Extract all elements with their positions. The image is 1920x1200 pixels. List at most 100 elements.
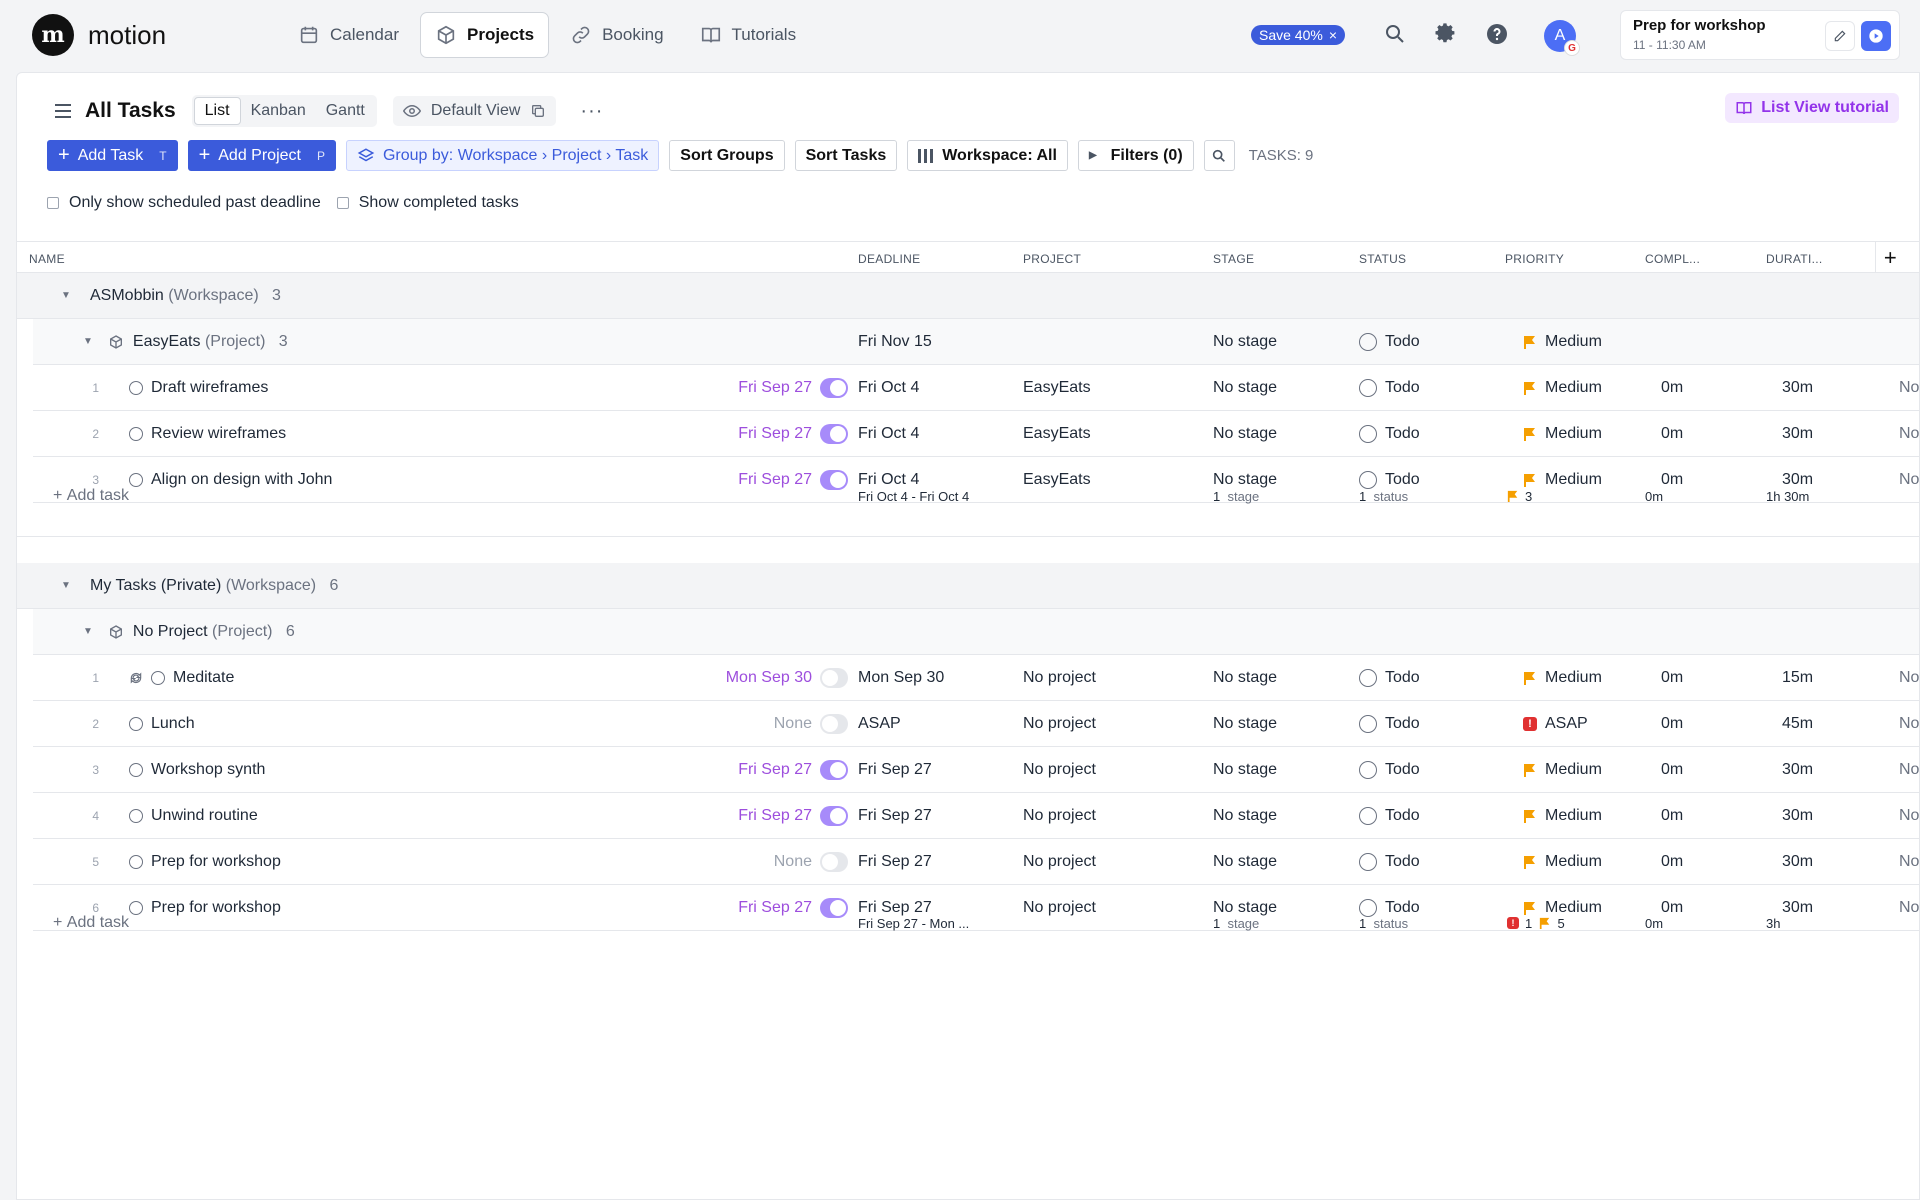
task-priority[interactable]: Medium <box>1523 365 1602 410</box>
nav-booking[interactable]: Booking <box>555 12 678 58</box>
task-duration[interactable]: 30m <box>1782 747 1813 792</box>
task-deadline[interactable]: Fri Oct 4 <box>858 411 919 456</box>
user-avatar[interactable]: A G <box>1544 20 1580 56</box>
save-promo-badge[interactable]: Save 40% × <box>1251 25 1346 45</box>
task-deadline[interactable]: Fri Sep 27 <box>858 839 932 884</box>
task-status[interactable]: Todo <box>1359 839 1420 884</box>
task-complete-circle-icon[interactable] <box>129 716 143 731</box>
show-completed-checkbox[interactable] <box>336 197 349 209</box>
task-duration[interactable]: 30m <box>1782 839 1813 884</box>
col-stage[interactable]: STAGE <box>1213 252 1254 266</box>
chevron-down-icon[interactable]: ▼ <box>83 336 93 347</box>
sort-groups-button[interactable]: Sort Groups <box>669 140 785 171</box>
task-name[interactable]: Meditate <box>173 669 234 687</box>
task-deadline[interactable]: Fri Oct 4 <box>858 365 919 410</box>
add-task-inline-button[interactable]: + Add task <box>53 481 129 511</box>
project-deadline[interactable]: Fri Nov 15 <box>858 319 932 364</box>
auto-schedule-toggle[interactable] <box>820 377 848 398</box>
task-row[interactable]: 3 Workshop synth Fri Sep 27 Fri Sep 27 N… <box>33 747 1919 793</box>
start-event-button[interactable] <box>1861 21 1891 51</box>
auto-schedule-toggle[interactable] <box>820 423 848 444</box>
group-by-button[interactable]: Group by: Workspace › Project › Task <box>345 140 660 171</box>
task-duration[interactable]: 30m <box>1782 411 1813 456</box>
task-project[interactable]: EasyEats <box>1023 411 1091 456</box>
task-scheduled-date[interactable]: Mon Sep 30 <box>726 669 812 687</box>
task-extra-column[interactable]: No <box>1899 839 1919 884</box>
task-complete-circle-icon[interactable] <box>129 426 143 441</box>
list-view-tutorial-button[interactable]: List View tutorial <box>1725 93 1899 123</box>
add-column-button[interactable]: + <box>1875 242 1905 273</box>
task-status[interactable]: Todo <box>1359 655 1420 700</box>
close-icon[interactable]: × <box>1329 27 1337 43</box>
task-extra-column[interactable]: No <box>1899 701 1919 746</box>
nav-tutorials[interactable]: Tutorials <box>685 12 812 58</box>
task-status[interactable]: Todo <box>1359 747 1420 792</box>
col-duration[interactable]: DURATI... <box>1766 252 1822 266</box>
task-name[interactable]: Unwind routine <box>151 807 258 825</box>
task-complete-circle-icon[interactable] <box>129 762 143 777</box>
task-deadline[interactable]: Mon Sep 30 <box>858 655 944 700</box>
task-project[interactable]: No project <box>1023 655 1096 700</box>
task-stage[interactable]: No stage <box>1213 747 1277 792</box>
task-stage[interactable]: No stage <box>1213 411 1277 456</box>
task-completed-time[interactable]: 0m <box>1661 793 1683 838</box>
task-deadline[interactable]: Fri Sep 27 <box>858 747 932 792</box>
task-stage[interactable]: No stage <box>1213 701 1277 746</box>
project-group-row[interactable]: ▼ EasyEats (Project) 3 Fri Nov 15 No sta… <box>33 319 1919 365</box>
gear-icon[interactable] <box>1434 22 1458 46</box>
past-deadline-checkbox[interactable] <box>47 197 59 209</box>
copy-icon[interactable] <box>530 103 546 119</box>
task-row[interactable]: 2 Lunch None ASAP No project No stage To… <box>33 701 1919 747</box>
task-deadline[interactable]: ASAP <box>858 701 901 746</box>
project-priority[interactable]: Medium <box>1523 319 1602 364</box>
chevron-down-icon[interactable]: ▼ <box>83 626 93 637</box>
more-options-icon[interactable]: ··· <box>580 100 603 123</box>
task-extra-column[interactable]: No <box>1899 655 1919 700</box>
current-event-card[interactable]: Prep for workshop 11 - 11:30 AM <box>1620 10 1900 60</box>
task-scheduled-date[interactable]: Fri Sep 27 <box>738 425 812 443</box>
task-name[interactable]: Draft wireframes <box>151 379 268 397</box>
task-status[interactable]: Todo <box>1359 411 1420 456</box>
col-deadline[interactable]: DEADLINE <box>858 252 920 266</box>
add-task-inline-button[interactable]: + Add task <box>53 908 129 938</box>
task-priority[interactable]: Medium <box>1523 411 1602 456</box>
nav-calendar[interactable]: Calendar <box>283 12 414 58</box>
tab-gantt[interactable]: Gantt <box>316 97 375 125</box>
task-extra-column[interactable]: No <box>1899 365 1919 410</box>
task-priority[interactable]: Medium <box>1523 655 1602 700</box>
task-name[interactable]: Prep for workshop <box>151 853 281 871</box>
task-extra-column[interactable]: No <box>1899 747 1919 792</box>
chevron-down-icon[interactable]: ▼ <box>61 580 71 591</box>
task-status[interactable]: Todo <box>1359 701 1420 746</box>
task-status[interactable]: Todo <box>1359 793 1420 838</box>
task-duration[interactable]: 30m <box>1782 365 1813 410</box>
task-project[interactable]: No project <box>1023 747 1096 792</box>
task-priority[interactable]: ! ASAP <box>1523 701 1588 746</box>
task-row[interactable]: 1 Meditate Mon Sep 30 Mon Sep 30 No proj… <box>33 655 1919 701</box>
sort-tasks-button[interactable]: Sort Tasks <box>794 140 898 171</box>
past-deadline-option[interactable]: Only show scheduled past deadline <box>47 194 321 212</box>
app-logo[interactable]: m motion <box>32 14 166 56</box>
task-completed-time[interactable]: 0m <box>1661 747 1683 792</box>
task-extra-column[interactable]: No <box>1899 411 1919 456</box>
task-completed-time[interactable]: 0m <box>1661 655 1683 700</box>
show-completed-option[interactable]: Show completed tasks <box>336 194 519 212</box>
task-stage[interactable]: No stage <box>1213 839 1277 884</box>
task-completed-time[interactable]: 0m <box>1661 365 1683 410</box>
auto-schedule-toggle[interactable] <box>820 667 848 688</box>
task-project[interactable]: No project <box>1023 793 1096 838</box>
task-name[interactable]: Review wireframes <box>151 425 286 443</box>
task-priority[interactable]: Medium <box>1523 839 1602 884</box>
task-priority[interactable]: Medium <box>1523 793 1602 838</box>
filters-button[interactable]: ▶ Filters (0) <box>1077 140 1194 171</box>
col-project[interactable]: PROJECT <box>1023 252 1081 266</box>
tab-kanban[interactable]: Kanban <box>241 97 316 125</box>
task-extra-column[interactable]: No <box>1899 793 1919 838</box>
search-icon[interactable] <box>1383 22 1407 46</box>
task-complete-circle-icon[interactable] <box>129 854 143 869</box>
workspace-group-row[interactable]: ▼ ASMobbin (Workspace) 3 <box>17 273 1919 319</box>
project-status[interactable]: Todo <box>1359 319 1420 364</box>
task-complete-circle-icon[interactable] <box>129 380 143 395</box>
chevron-down-icon[interactable]: ▼ <box>61 290 71 301</box>
task-scheduled-date[interactable]: None <box>774 853 812 871</box>
